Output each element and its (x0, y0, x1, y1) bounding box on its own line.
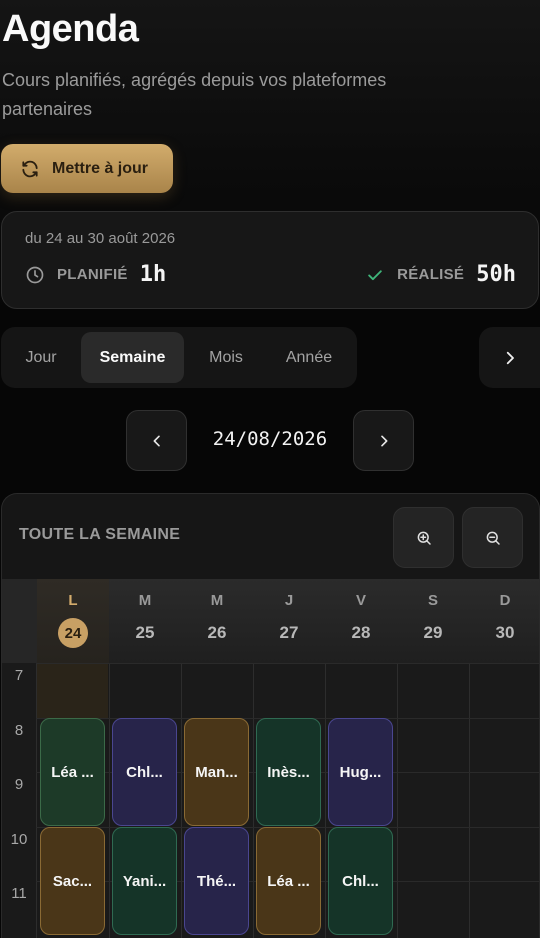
next-period-button[interactable] (353, 410, 414, 471)
week-calendar: TOUTE LA SEMAINE L 24 M 25 M 26 J 27 V 28 S 29 D 30 7… (1, 493, 540, 938)
grid-column-line (36, 663, 37, 938)
grid-column-line (253, 663, 254, 938)
current-date: 24/08/2026 (212, 428, 328, 450)
time-grid: 7 8 9 10 11 Léa ... Chl... Man... Inès... Hug... S… (2, 663, 539, 938)
day-letter: S (427, 592, 438, 609)
tab-day[interactable]: Jour (7, 332, 75, 383)
tabs-scroll-right-button[interactable] (479, 327, 540, 388)
grid-column-line (109, 663, 110, 938)
hour-label: 11 (11, 885, 27, 902)
day-number: 26 (207, 623, 227, 642)
day-letter: J (284, 592, 294, 609)
tab-year[interactable]: Année (267, 332, 351, 383)
grid-column-line (397, 663, 398, 938)
done-stat: RÉALISÉ 50h (365, 262, 516, 287)
grid-column-line (469, 663, 470, 938)
week-summary-card: du 24 au 30 août 2026 PLANIFIÉ 1h RÉALIS… (1, 211, 539, 309)
day-column-header[interactable]: M 25 (109, 579, 181, 663)
day-number: 25 (135, 623, 155, 642)
day-header-row: L 24 M 25 M 26 J 27 V 28 S 29 D 30 (2, 579, 539, 663)
day-column-header[interactable]: J 27 (253, 579, 325, 663)
chevron-left-icon (153, 435, 160, 446)
grid-column-line (181, 663, 182, 938)
calendar-event[interactable]: Léa ... (40, 718, 105, 826)
day-number: 28 (351, 623, 371, 642)
today-column-highlight (37, 663, 108, 718)
calendar-event[interactable]: Yani... (112, 827, 177, 935)
done-label: RÉALISÉ (397, 266, 465, 283)
hour-label: 7 (14, 667, 24, 684)
done-value: 50h (476, 262, 516, 287)
calendar-event[interactable]: Sac... (40, 827, 105, 935)
day-letter: M (210, 592, 224, 609)
update-button-label: Mettre à jour (52, 159, 149, 177)
refresh-icon (22, 160, 38, 177)
today-date-badge: 24 (58, 618, 88, 648)
page-title: Agenda (2, 8, 139, 50)
chevron-right-icon (380, 435, 387, 446)
zoom-in-icon (417, 531, 431, 545)
day-column-header[interactable]: V 28 (325, 579, 397, 663)
day-column-header[interactable]: S 29 (397, 579, 469, 663)
check-icon (368, 269, 382, 280)
planned-value: 1h (139, 262, 167, 287)
date-range: du 24 au 30 août 2026 (25, 230, 176, 247)
zoom-in-button[interactable] (393, 507, 454, 568)
calendar-event[interactable]: Inès... (256, 718, 321, 826)
day-column-header[interactable]: D 30 (469, 579, 539, 663)
calendar-event[interactable]: Thé... (184, 827, 249, 935)
tab-week[interactable]: Semaine (81, 332, 184, 383)
zoom-out-button[interactable] (462, 507, 523, 568)
view-tabs: Jour Semaine Mois Année (1, 327, 357, 388)
hour-label: 9 (14, 776, 24, 793)
chevron-right-icon (506, 351, 514, 364)
page-subtitle: Cours planifiés, agrégés depuis vos plat… (2, 70, 387, 119)
previous-period-button[interactable] (126, 410, 187, 471)
clock-icon (26, 266, 44, 283)
zoom-out-icon (486, 531, 500, 545)
calendar-event[interactable]: Hug... (328, 718, 393, 826)
day-number: 27 (279, 623, 299, 642)
update-button[interactable]: Mettre à jour (1, 144, 173, 193)
day-column-header[interactable]: M 26 (181, 579, 253, 663)
day-number: 30 (495, 623, 515, 642)
day-letter: V (355, 592, 366, 609)
calendar-event[interactable]: Léa ... (256, 827, 321, 935)
tab-month[interactable]: Mois (191, 332, 261, 383)
planned-label: PLANIFIÉ (57, 266, 128, 283)
calendar-header-label: TOUTE LA SEMAINE (19, 526, 181, 543)
calendar-event[interactable]: Man... (184, 718, 249, 826)
planned-stat: PLANIFIÉ 1h (25, 262, 166, 287)
day-column-header[interactable]: L 24 (37, 579, 109, 663)
day-letter: D (499, 592, 511, 609)
day-letter: M (138, 592, 152, 609)
hour-line (36, 663, 539, 664)
calendar-event[interactable]: Chl... (328, 827, 393, 935)
grid-column-line (325, 663, 326, 938)
hour-label: 10 (10, 831, 28, 848)
calendar-event[interactable]: Chl... (112, 718, 177, 826)
day-number: 29 (423, 623, 443, 642)
hour-label: 8 (14, 722, 24, 739)
day-letter: L (68, 592, 78, 609)
